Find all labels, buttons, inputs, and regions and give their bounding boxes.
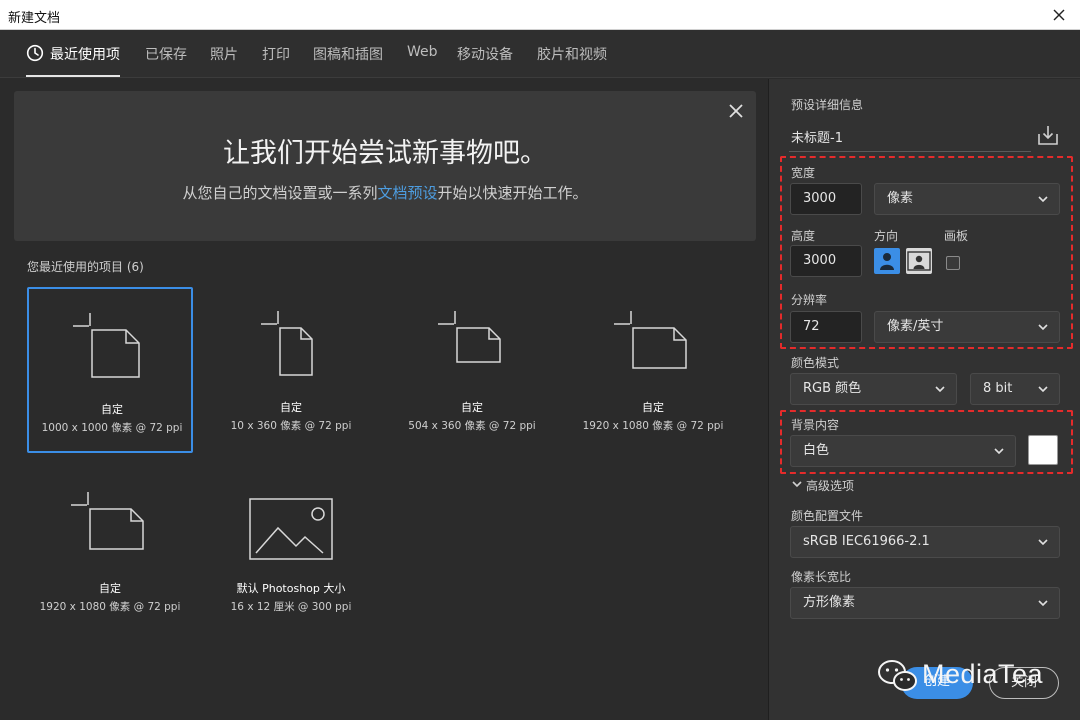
welcome-banner: 让我们开始尝试新事物吧。 从您自己的文档设置或一系列文档预设开始以快速开始工作。 [14, 91, 756, 241]
recent-item-name: 默认 Photoshop 大小 [236, 582, 346, 595]
preset-details-panel: 预设详细信息 未标题-1 宽度 3000 像素 高度 3000 方向 画板 分辨… [768, 79, 1080, 720]
recent-item-meta: 1920 x 1080 像素 @ 72 ppi [39, 601, 181, 613]
recent-item-name: 自定 [101, 403, 123, 416]
tab-photo[interactable]: 照片 [210, 44, 238, 64]
welcome-subtitle-after: 开始以快速开始工作。 [437, 184, 588, 202]
active-tab-indicator [26, 75, 120, 77]
chevron-down-icon[interactable] [791, 478, 803, 490]
advanced-options-toggle[interactable]: 高级选项 [806, 477, 854, 494]
color-mode-value: RGB 颜色 [803, 381, 862, 396]
tab-art-illustration[interactable]: 图稿和插图 [313, 44, 383, 64]
recent-item-name: 自定 [642, 401, 664, 414]
tab-web[interactable]: Web [407, 44, 438, 60]
welcome-subtitle: 从您自己的文档设置或一系列文档预设开始以快速开始工作。 [14, 182, 756, 203]
pixel-aspect-value: 方形像素 [803, 595, 856, 610]
bit-depth-select[interactable]: 8 bit [970, 373, 1060, 405]
recent-item-meta: 1000 x 1000 像素 @ 72 ppi [41, 422, 183, 434]
recent-item-name: 自定 [280, 401, 302, 414]
clock-icon [26, 44, 44, 62]
recent-panel: 让我们开始尝试新事物吧。 从您自己的文档设置或一系列文档预设开始以快速开始工作。… [0, 79, 768, 720]
recent-item-2[interactable]: 自定 10 x 360 像素 @ 72 ppi [208, 287, 374, 453]
pixel-aspect-select[interactable]: 方形像素 [790, 587, 1060, 619]
mediatea-watermark: MediaTea [876, 658, 1066, 694]
wechat-logo-icon [878, 660, 917, 691]
color-profile-value: sRGB IEC61966-2.1 [803, 534, 930, 549]
chevron-down-icon [935, 386, 945, 393]
tab-print[interactable]: 打印 [262, 44, 290, 64]
custom-document-landscape-icon [71, 492, 144, 550]
window-titlebar: 新建文档 [0, 0, 1080, 30]
recent-item-name: 自定 [99, 582, 121, 595]
tab-film-video[interactable]: 胶片和视频 [537, 44, 607, 64]
color-profile-select[interactable]: sRGB IEC61966-2.1 [790, 526, 1060, 558]
preset-details-title: 预设详细信息 [791, 98, 864, 112]
chevron-down-icon [1038, 600, 1048, 607]
save-preset-icon[interactable] [1037, 124, 1059, 146]
document-presets-link[interactable]: 文档预设 [377, 184, 437, 202]
recent-item-meta: 10 x 360 像素 @ 72 ppi [230, 420, 352, 432]
bit-depth-value: 8 bit [983, 381, 1013, 396]
recent-item-name: 自定 [461, 401, 483, 414]
close-window-icon[interactable] [1048, 4, 1070, 26]
recent-item-3[interactable]: 自定 504 x 360 像素 @ 72 ppi [389, 287, 555, 453]
color-mode-select[interactable]: RGB 颜色 [790, 373, 957, 405]
custom-document-square-icon [73, 313, 140, 378]
custom-document-landscape-icon [438, 311, 501, 363]
color-mode-label: 颜色模式 [791, 356, 840, 370]
recent-item-6[interactable]: 默认 Photoshop 大小 16 x 12 厘米 @ 300 ppi [208, 468, 374, 634]
recent-item-meta: 1920 x 1080 像素 @ 72 ppi [582, 420, 724, 432]
recent-item-5[interactable]: 自定 1920 x 1080 像素 @ 72 ppi [27, 468, 193, 634]
category-tabs: 最近使用项 已保存 照片 打印 图稿和插图 Web 移动设备 胶片和视频 [0, 30, 1080, 78]
document-name-underline [789, 151, 1031, 152]
background-settings-highlight [780, 410, 1073, 474]
size-settings-highlight [780, 156, 1073, 349]
watermark-text: MediaTea [922, 659, 1044, 689]
window-title: 新建文档 [8, 11, 61, 26]
recent-item-4[interactable]: 自定 1920 x 1080 像素 @ 72 ppi [570, 287, 736, 453]
tab-mobile[interactable]: 移动设备 [457, 44, 513, 64]
close-banner-icon[interactable] [728, 103, 744, 119]
welcome-subtitle-before: 从您自己的文档设置或一系列 [182, 184, 378, 202]
color-profile-label: 颜色配置文件 [791, 509, 864, 523]
custom-document-portrait-icon [261, 311, 313, 376]
tab-saved[interactable]: 已保存 [145, 44, 187, 64]
recent-item-meta: 16 x 12 厘米 @ 300 ppi [230, 601, 352, 613]
recent-item-1[interactable]: 自定 1000 x 1000 像素 @ 72 ppi [27, 287, 193, 453]
pixel-aspect-label: 像素长宽比 [791, 570, 852, 584]
custom-document-landscape-icon [614, 311, 687, 369]
chevron-down-icon [1038, 539, 1048, 546]
tab-recent[interactable]: 最近使用项 [50, 44, 120, 64]
recent-items-title: 您最近使用的项目 (6) [27, 260, 144, 274]
recent-item-meta: 504 x 360 像素 @ 72 ppi [408, 420, 536, 432]
welcome-headline: 让我们开始尝试新事物吧。 [223, 138, 547, 169]
image-thumbnail-icon [249, 498, 333, 560]
document-name-input[interactable]: 未标题-1 [791, 127, 843, 146]
chevron-down-icon [1038, 386, 1048, 393]
